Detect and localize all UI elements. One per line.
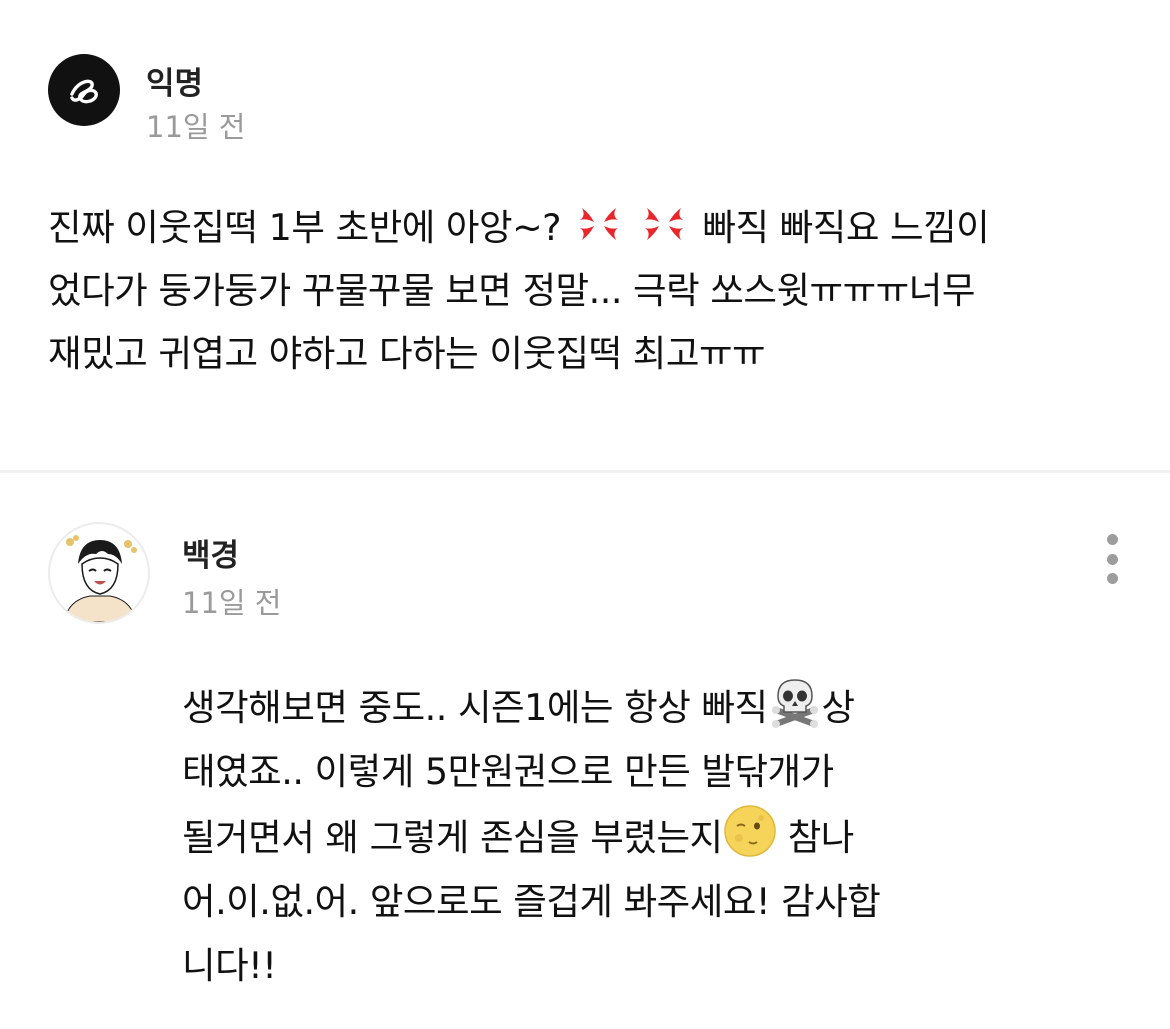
reply-text-part: 상 xyxy=(821,686,856,729)
anger-symbol-icon xyxy=(645,208,684,240)
comment-timestamp: 11일 전 xyxy=(182,586,282,620)
reply-text-part: 참나 xyxy=(776,816,855,859)
anger-symbol-icon xyxy=(580,208,619,240)
more-vertical-icon-dot xyxy=(1106,573,1118,584)
reply-text-part: 니다!! xyxy=(182,944,277,987)
comment-anonymous: 익명 11일 전 진짜 이웃집떡 1부 초반에 아앙~? 빠직 빠직요 느낌이 … xyxy=(0,0,1170,470)
comment-author[interactable]: 백경 xyxy=(182,530,239,575)
full-moon-face-icon xyxy=(723,805,776,857)
more-vertical-icon-dot xyxy=(1106,553,1118,565)
comment-body: 진짜 이웃집떡 1부 초반에 아앙~? 빠직 빠직요 느낌이 었다가 둥가둥가 … xyxy=(48,196,1138,385)
user-avatar-illustration xyxy=(63,535,137,622)
comment-text-line: 빠직 빠직요 느낌이 xyxy=(702,206,990,249)
anonymous-logo-icon xyxy=(70,79,98,104)
reply-text-part: 생각해보면 중도.. 시즌1에는 항상 빠직 xyxy=(182,686,768,729)
reply-text-part: 어.이.없.어. 앞으로도 즐겁게 봐주세요! 감사합 xyxy=(182,880,881,923)
reply-text-part: 될거면서 왜 그렇게 존심을 부렸는지 xyxy=(182,816,723,859)
anonymous-avatar[interactable] xyxy=(48,54,120,126)
comment-author[interactable]: 익명 xyxy=(146,58,203,103)
skull-crossbones-icon xyxy=(771,679,818,728)
comment-text-line: 재밌고 귀엽고 야하고 다하는 이웃집떡 최고ㅠㅠ xyxy=(48,332,766,375)
user-avatar[interactable] xyxy=(48,522,150,624)
reply-body: 생각해보면 중도.. 시즌1에는 항상 빠직 상 태였죠.. 이렇게 5만원권으… xyxy=(182,676,982,998)
more-options-button[interactable] xyxy=(1096,534,1128,584)
reply-text-part: 태였죠.. 이렇게 5만원권으로 만든 발닦개가 xyxy=(182,750,834,793)
comment-text-line: 었다가 둥가둥가 꾸물꾸물 보면 정말... 극락 쏘스윗ㅠㅠㅠ너무 xyxy=(48,269,975,312)
comment-timestamp: 11일 전 xyxy=(146,110,246,144)
more-vertical-icon-dot xyxy=(1106,534,1118,545)
comment-text-line: 진짜 이웃집떡 1부 초반에 아앙~? xyxy=(48,206,562,249)
